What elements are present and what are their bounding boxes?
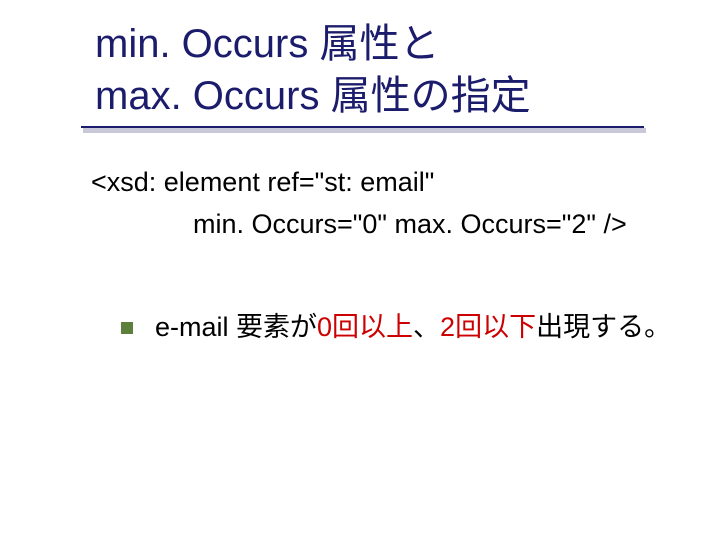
bullet-text-red-1: 0回以上 bbox=[317, 312, 413, 342]
slide-content: <xsd: element ref="st: email" min. Occur… bbox=[95, 162, 680, 347]
square-bullet-icon bbox=[121, 322, 133, 334]
bullet-text-red-2: 2回以下 bbox=[440, 312, 536, 342]
bullet-text-post: 出現する。 bbox=[536, 312, 671, 342]
bullet-item: e-mail 要素が0回以上、2回以下出現する。 bbox=[121, 308, 680, 347]
code-block: <xsd: element ref="st: email" min. Occur… bbox=[91, 162, 680, 246]
bullet-text-pre: e-mail 要素が bbox=[155, 312, 317, 342]
bullet-text-mid: 、 bbox=[413, 312, 440, 342]
code-line-2: min. Occurs="0" max. Occurs="2" /> bbox=[91, 204, 680, 246]
slide-title: min. Occurs 属性と max. Occurs 属性の指定 bbox=[95, 18, 680, 122]
title-line-2: max. Occurs 属性の指定 bbox=[95, 74, 531, 118]
title-underline-shadow bbox=[83, 128, 646, 133]
bullet-text: e-mail 要素が0回以上、2回以下出現する。 bbox=[155, 308, 671, 347]
title-line-1: min. Occurs 属性と bbox=[95, 22, 439, 66]
title-underline bbox=[81, 126, 644, 128]
code-line-1: <xsd: element ref="st: email" bbox=[91, 162, 680, 204]
